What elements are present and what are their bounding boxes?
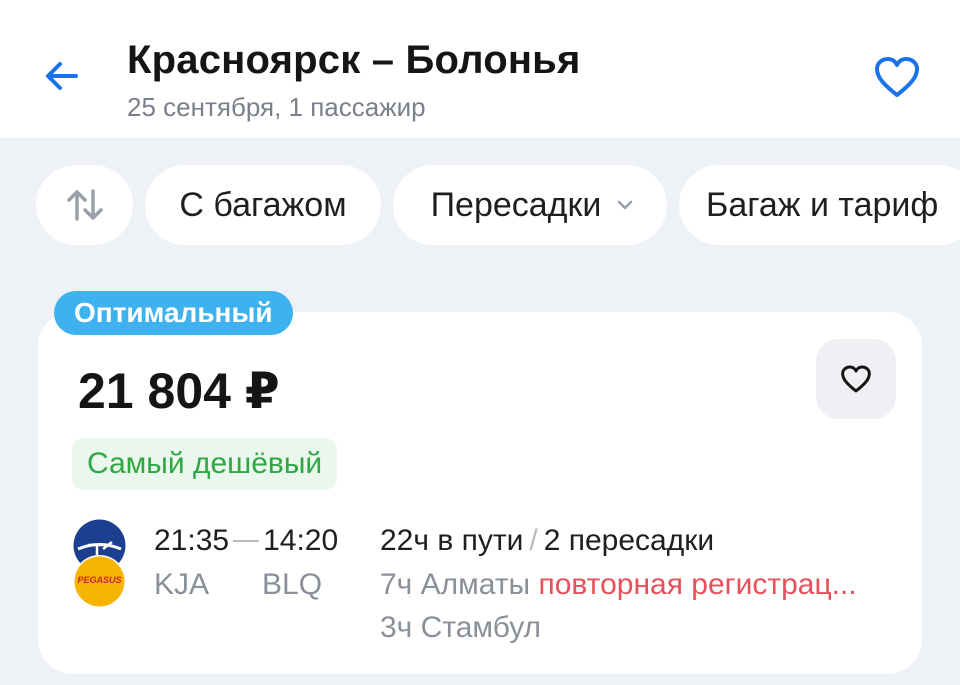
filter-chip-label: Багаж и тариф	[706, 185, 939, 224]
stop-item: 3ч Стамбул	[380, 611, 541, 645]
page-subtitle: 25 сентября, 1 пассажир	[127, 92, 426, 122]
price: 21 804 ₽	[78, 363, 280, 419]
filter-bar: С багажом Пересадки Багаж и тариф	[36, 165, 960, 245]
page-title: Красноярск – Болонья	[127, 38, 581, 82]
filter-chip-baggage[interactable]: С багажом	[145, 165, 381, 245]
stop-item: 7ч Алматы повторная регистрац...	[380, 568, 900, 602]
back-arrow-icon	[46, 62, 78, 90]
departure-airport-code: KJA	[154, 568, 210, 601]
trip-duration: 22ч в пути	[380, 524, 524, 557]
offer-card[interactable]: 21 804 ₽ Самый дешёвый PEGASUS 21:35 14:…	[38, 312, 922, 674]
back-button[interactable]	[36, 50, 88, 102]
flight-times: 21:35 14:20	[154, 524, 338, 558]
stop-duration-city: 7ч Алматы	[380, 568, 531, 601]
optimal-badge: Оптимальный	[54, 291, 293, 335]
sort-button[interactable]	[36, 165, 133, 245]
filter-chip-label: Пересадки	[430, 185, 602, 224]
stop-warning: повторная регистрац...	[538, 568, 857, 601]
heart-icon	[841, 365, 871, 393]
filter-chip-transfers[interactable]: Пересадки	[393, 165, 667, 245]
pegasus-logo-text: PEGASUS	[77, 575, 121, 585]
airport-codes: KJA BLQ	[154, 568, 322, 602]
departure-time: 21:35	[154, 524, 230, 557]
filter-chip-tariff[interactable]: Багаж и тариф	[679, 165, 960, 245]
transfer-count: 2 пересадки	[543, 524, 715, 557]
time-separator	[233, 540, 260, 542]
chevron-down-icon	[615, 198, 635, 212]
top-bar: Красноярск – Болонья 25 сентября, 1 пасс…	[0, 0, 960, 138]
heart-icon	[875, 57, 919, 97]
sort-icon	[66, 189, 103, 221]
filter-chip-label: С багажом	[179, 185, 347, 224]
card-favorite-button[interactable]	[816, 339, 896, 419]
pegasus-logo-icon: PEGASUS	[73, 555, 126, 608]
favorite-button[interactable]	[868, 48, 926, 106]
cheapest-badge: Самый дешёвый	[72, 438, 338, 490]
summary-separator: /	[529, 524, 538, 557]
trip-summary: 22ч в пути/2 пересадки	[380, 524, 714, 558]
arrival-airport-code: BLQ	[262, 568, 323, 601]
stop-duration-city: 3ч Стамбул	[380, 611, 542, 644]
arrival-time: 14:20	[263, 524, 339, 557]
